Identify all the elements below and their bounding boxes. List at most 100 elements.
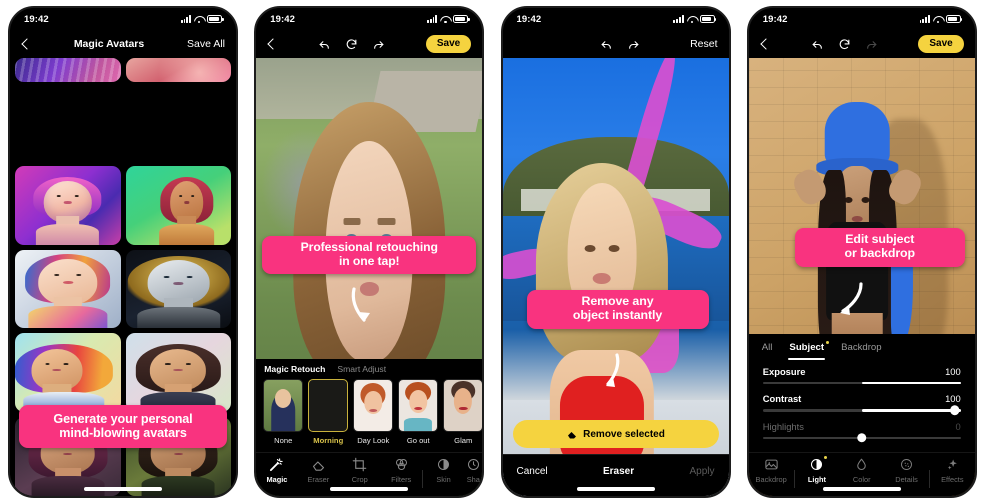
- tool-shape[interactable]: Sha: [464, 457, 482, 484]
- page-title: Magic Avatars: [73, 38, 145, 50]
- editor-canvas: Professional retouching in one tap! Magi…: [256, 58, 483, 496]
- tool-label: Magic: [266, 475, 288, 484]
- callout-line-1: Generate your personal: [53, 411, 193, 426]
- phone-frame: 19:42: [254, 6, 485, 498]
- badge-dot: [825, 340, 830, 345]
- callout-banner: Professional retouching in one tap!: [262, 236, 477, 275]
- shape-icon: [467, 459, 479, 470]
- sparkle-icon: [947, 459, 957, 470]
- slider-track[interactable]: [762, 405, 961, 416]
- status-time: 19:42: [762, 13, 788, 25]
- avatar-cell[interactable]: [125, 333, 231, 413]
- tool-details[interactable]: Details: [884, 457, 929, 484]
- contrast-icon: [811, 458, 823, 471]
- avatar-cell[interactable]: [125, 58, 231, 82]
- tool-crop[interactable]: Crop: [339, 457, 380, 484]
- tab-magic-retouch[interactable]: Magic Retouch: [264, 364, 325, 374]
- slider-contrast[interactable]: Contrast 100: [762, 393, 961, 416]
- undo-icon[interactable]: [600, 38, 613, 51]
- cellular-signal-icon: [673, 15, 684, 23]
- notch: [818, 8, 905, 23]
- cancel-button[interactable]: Cancel: [517, 466, 548, 477]
- tab-smart-adjust[interactable]: Smart Adjust: [337, 364, 386, 374]
- panel-subject-backdrop-adjust: 19:42 Save Edit subject or backdrop All …: [739, 0, 985, 504]
- tool-color[interactable]: Color: [839, 457, 884, 484]
- slider-knob[interactable]: [857, 433, 867, 443]
- home-indicator: [576, 487, 655, 491]
- tool-label: Filters: [391, 475, 412, 484]
- preset-label: Go out: [406, 436, 430, 445]
- slider-list: Exposure 100 Contrast 100 Highlights 0: [749, 360, 975, 452]
- preset-none[interactable]: None: [263, 379, 304, 445]
- home-indicator: [84, 487, 162, 491]
- preset-go-out[interactable]: Go out: [398, 379, 439, 445]
- callout-arrow-icon: [605, 353, 619, 387]
- reset-button[interactable]: Reset: [690, 38, 717, 50]
- undo-icon[interactable]: [318, 38, 331, 51]
- preset-list[interactable]: None Morning Day Look Go out Glam: [256, 379, 483, 445]
- callout-line-2: object instantly: [572, 307, 663, 322]
- callout-arrow-icon: [351, 287, 371, 322]
- wifi-icon: [687, 15, 697, 23]
- tool-label: Crop: [351, 475, 368, 484]
- callout-line-2: or backdrop: [844, 245, 915, 260]
- segment-subject[interactable]: Subject: [788, 340, 830, 360]
- chevron-left-icon[interactable]: [21, 38, 33, 50]
- save-button[interactable]: Save: [425, 35, 472, 53]
- tool-effects[interactable]: Effects: [930, 457, 975, 484]
- segment-backdrop[interactable]: Backdrop: [841, 342, 882, 360]
- home-indicator: [822, 487, 901, 491]
- avatar-cell[interactable]: [125, 165, 231, 245]
- slider-highlights[interactable]: Highlights 0: [762, 420, 961, 443]
- preset-morning[interactable]: Morning: [308, 379, 349, 445]
- magic-wand-icon: [270, 458, 284, 472]
- segmented-control[interactable]: All Subject Backdrop: [749, 334, 975, 360]
- retouch-tab-list[interactable]: Magic Retouch Smart Adjust: [256, 364, 482, 379]
- tool-skin[interactable]: Skin: [423, 457, 464, 484]
- slider-fill: [861, 409, 961, 412]
- notch: [80, 8, 166, 23]
- slider-track[interactable]: [762, 381, 961, 385]
- avatar-cell[interactable]: [15, 165, 121, 245]
- reset-icon[interactable]: [345, 38, 358, 51]
- tool-magic[interactable]: Magic: [256, 457, 297, 484]
- redo-icon[interactable]: [372, 38, 385, 51]
- magic-retouch-tray: Magic Retouch Smart Adjust None Morning …: [256, 359, 483, 452]
- phone-frame: 19:42: [746, 6, 977, 498]
- remove-selected-button[interactable]: Remove selected: [512, 420, 719, 448]
- notch: [572, 8, 659, 23]
- segment-all[interactable]: All: [762, 342, 773, 360]
- save-button[interactable]: Save: [918, 35, 964, 53]
- avatar-cell[interactable]: [15, 58, 121, 82]
- slider-knob[interactable]: [950, 405, 960, 416]
- callout-line-2: in one tap!: [338, 253, 400, 268]
- apply-button[interactable]: Apply: [689, 466, 714, 477]
- avatar-cell[interactable]: [125, 249, 231, 329]
- preset-day-look[interactable]: Day Look: [353, 379, 394, 445]
- tool-filters[interactable]: Filters: [380, 457, 421, 484]
- slider-value: 100: [945, 393, 961, 405]
- tool-eraser[interactable]: Eraser: [298, 457, 339, 484]
- nav-bar: Reset: [502, 30, 729, 58]
- save-all-button[interactable]: Save All: [187, 38, 225, 50]
- tool-backdrop[interactable]: Backdrop: [749, 457, 794, 484]
- avatar-cell[interactable]: [15, 249, 121, 329]
- chevron-left-icon[interactable]: [267, 38, 279, 50]
- battery-icon: [453, 15, 470, 23]
- undo-icon[interactable]: [811, 38, 824, 51]
- preset-glam[interactable]: Glam: [443, 379, 483, 445]
- tool-light[interactable]: Light: [795, 456, 840, 484]
- callout-arrow-icon: [839, 282, 863, 315]
- reset-icon[interactable]: [838, 38, 851, 51]
- slider-exposure[interactable]: Exposure 100: [762, 365, 961, 385]
- chevron-left-icon[interactable]: [760, 38, 772, 50]
- slider-track[interactable]: [762, 433, 961, 443]
- avatar-cell[interactable]: [15, 333, 121, 413]
- eraser-icon: [568, 432, 577, 439]
- callout-banner: Remove any object instantly: [526, 290, 709, 329]
- tool-label: Color: [852, 475, 871, 484]
- redo-icon[interactable]: [627, 38, 640, 51]
- droplet-icon: [857, 458, 867, 471]
- slider-label: Exposure: [762, 365, 806, 377]
- slider-label: Highlights: [762, 420, 804, 432]
